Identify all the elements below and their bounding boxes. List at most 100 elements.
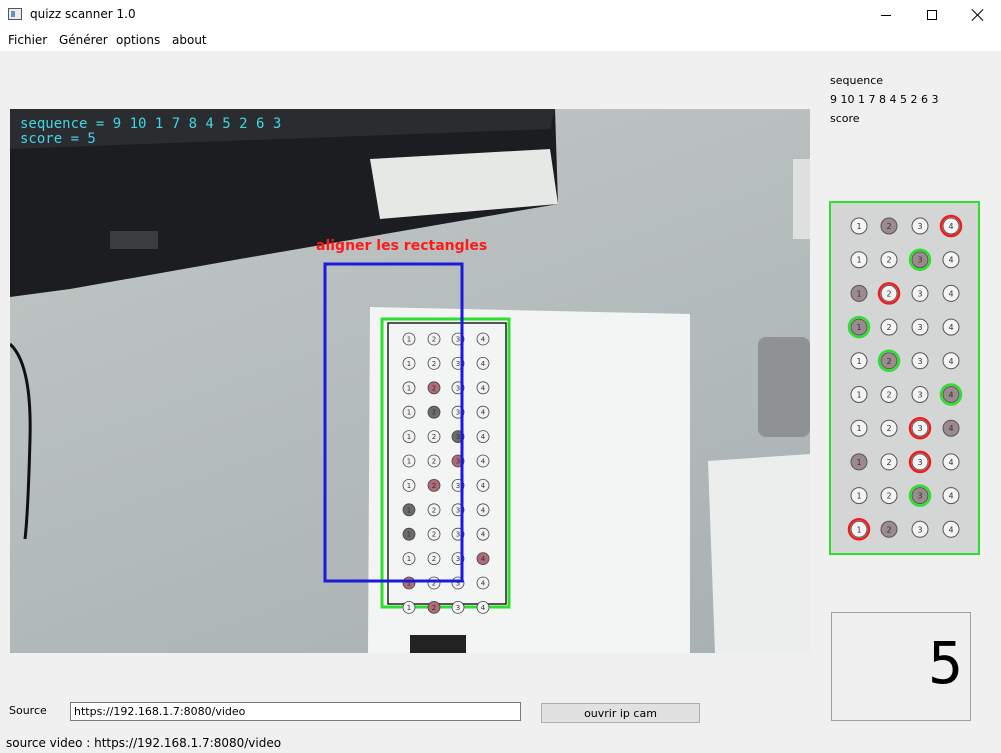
motor-shape: [758, 337, 810, 437]
maximize-button[interactable]: [909, 0, 955, 30]
sheet-bubble-number: 1: [407, 555, 411, 563]
maximize-icon: [927, 10, 937, 20]
sheet-bubble-number: 3: [456, 482, 460, 490]
bubble-number: 3: [917, 424, 922, 433]
bubble-number: 3: [917, 289, 922, 298]
sequence-value: 9 10 1 7 8 4 5 2 6 3: [830, 93, 939, 106]
sheet-bubble-number: 2: [432, 482, 436, 490]
sheet-bubble-number: 3: [456, 336, 460, 344]
sheet-bubble-number: 1: [407, 409, 411, 417]
bubble-number: 4: [948, 391, 953, 400]
source-url-input[interactable]: [70, 702, 521, 721]
sheet-bubble-number: 4: [481, 384, 486, 392]
menu-fichier[interactable]: Fichier: [8, 33, 47, 47]
bubble-number: 3: [917, 256, 922, 265]
sheet-bubble-number: 1: [407, 482, 411, 490]
camera-scene: 1 2 3 4 1 2 3 4 1 2 3 4 1 2 3 4 1 2 3 4 1 2 3 4 1 2 3 4 1 2 3 4 1 2 3 4 1 2 3 4…: [10, 109, 810, 653]
sheet-bubble-number: 1: [407, 360, 411, 368]
cable-shape: [10, 342, 32, 540]
video-overlay-text: sequence = 9 10 1 7 8 4 5 2 6 3 score = …: [20, 117, 281, 147]
quiz-paper: [368, 307, 690, 653]
bubble-number: 1: [856, 256, 861, 265]
bubble-number: 3: [917, 357, 922, 366]
camera-feed: 1 2 3 4 1 2 3 4 1 2 3 4 1 2 3 4 1 2 3 4 1 2 3 4 1 2 3 4 1 2 3 4 1 2 3 4 1 2 3 4…: [10, 109, 810, 653]
bubble-number: 2: [886, 357, 891, 366]
open-ip-cam-button[interactable]: ouvrir ip cam: [541, 703, 700, 723]
score-digit: 5: [928, 629, 964, 697]
bubble-number: 4: [948, 256, 953, 265]
sheet-bubble-number: 2: [432, 555, 436, 563]
status-text: source video : https://192.168.1.7:8080/…: [6, 736, 282, 750]
bubble-number: 1: [856, 492, 861, 501]
bubble-number: 4: [948, 424, 953, 433]
sheet-bubble-number: 2: [432, 531, 436, 539]
sheet-bubble-number: 1: [407, 384, 411, 392]
bubble-number: 4: [948, 357, 953, 366]
close-button[interactable]: [955, 0, 1001, 30]
score-display: 5: [831, 612, 971, 721]
bubble-number: 3: [917, 323, 922, 332]
sheet-bubble-number: 3: [456, 458, 460, 466]
bubble-number: 3: [917, 458, 922, 467]
sheet-bubble-number: 1: [407, 604, 411, 612]
bubble-number: 1: [856, 424, 861, 433]
sheet-bubble-number: 3: [456, 506, 460, 514]
bubble-number: 2: [886, 391, 891, 400]
sheet-bubble-number: 1: [407, 336, 411, 344]
sheet-bubble-number: 3: [456, 604, 460, 612]
bubble-number: 4: [948, 222, 953, 231]
bubble-number: 4: [948, 323, 953, 332]
sheet-bubble-number: 2: [432, 506, 436, 514]
sheet-bubble-number: 3: [456, 409, 460, 417]
qr-code: [410, 635, 466, 653]
window-title: quizz scanner 1.0: [30, 7, 136, 21]
title-bar: quizz scanner 1.0: [0, 0, 1001, 30]
scanned-sheet-result: 1 2 3 4 1 2 3 4 1 2 3 4 1 2 3 4 1 2 3 4 1 2 3 4 1 2 3 4 1 2 3 4 1 2 3 4 1 2 3 4: [829, 201, 980, 555]
source-label: Source: [9, 704, 47, 717]
bubble-number: 4: [948, 289, 953, 298]
sheet-bubble-number: 3: [456, 555, 460, 563]
sheet-bubble-number: 3: [456, 360, 460, 368]
bubble-number: 1: [856, 391, 861, 400]
bubble-number: 2: [886, 256, 891, 265]
status-bar: source video : https://192.168.1.7:8080/…: [0, 731, 1001, 753]
bubble-number: 1: [856, 458, 861, 467]
overlay-score: score = 5: [20, 131, 96, 147]
overlay-sequence: sequence = 9 10 1 7 8 4 5 2 6 3: [20, 116, 282, 132]
bubble-number: 1: [856, 357, 861, 366]
sheet-bubble-number: 2: [432, 433, 436, 441]
sheet-bubble-number: 4: [481, 604, 486, 612]
bubble-number: 2: [886, 525, 891, 534]
bubble-number: 4: [948, 492, 953, 501]
result-grid-svg: 1 2 3 4 1 2 3 4 1 2 3 4 1 2 3 4 1 2 3 4 1 2 3 4 1 2 3 4 1 2 3 4 1 2 3 4 1 2 3 4: [847, 214, 963, 541]
sheet-bubble-number: 4: [481, 409, 486, 417]
menu-bar: Fichier Générer options about: [0, 30, 1001, 51]
close-icon: [972, 9, 984, 21]
sheet-bubble-number: 2: [432, 604, 436, 612]
sheet-bubble-number: 2: [432, 360, 436, 368]
menu-generer[interactable]: Générer: [59, 33, 108, 47]
menu-about[interactable]: about: [172, 33, 207, 47]
minimize-button[interactable]: [863, 0, 909, 30]
bubble-number: 3: [917, 525, 922, 534]
sheet-bubble-number: 3: [456, 384, 460, 392]
sheet-bubble-number: 4: [481, 458, 486, 466]
sheet-bubble-number: 2: [432, 336, 436, 344]
bubble-number: 2: [886, 458, 891, 467]
bubble-number: 2: [886, 492, 891, 501]
sheet-bubble-number: 4: [481, 433, 486, 441]
bubble-number: 4: [948, 458, 953, 467]
sequence-label: sequence: [830, 74, 884, 87]
bubble-number: 2: [886, 289, 891, 298]
sheet-bubble-number: 4: [481, 506, 486, 514]
minimize-icon: [881, 14, 891, 16]
menu-options[interactable]: options: [116, 33, 160, 47]
sheet-bubble-number: 2: [432, 458, 436, 466]
bubble-number: 1: [856, 525, 861, 534]
sheet-bubble-number: 1: [407, 531, 411, 539]
bubble-number: 2: [886, 323, 891, 332]
sheet-bubble-number: 3: [456, 433, 460, 441]
bubble-number: 1: [856, 222, 861, 231]
sheet-bubble-number: 4: [481, 360, 486, 368]
bubble-number: 3: [917, 492, 922, 501]
